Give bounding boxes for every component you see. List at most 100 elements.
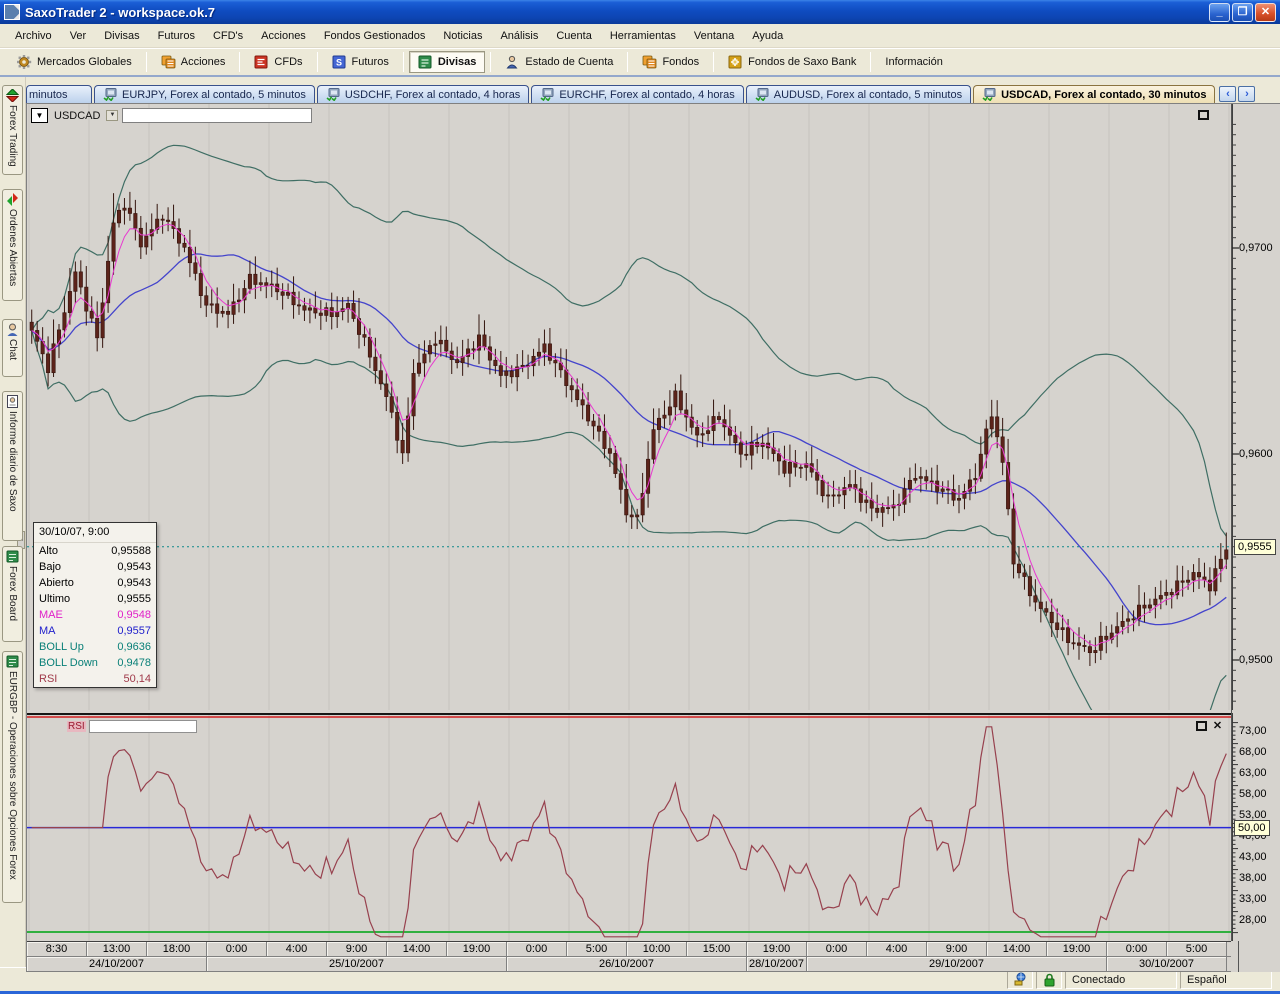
rsi-axis-label: 33,00 bbox=[1239, 893, 1267, 905]
tooltip-row-ma: MA0,9557 bbox=[34, 623, 156, 639]
tab-scroll-left-button[interactable]: ‹ bbox=[1219, 86, 1236, 102]
menu-item-futuros[interactable]: Futuros bbox=[149, 27, 204, 45]
close-button[interactable]: ✕ bbox=[1255, 3, 1276, 22]
tab-usdcad-forex-al-contado-30-min[interactable]: USDCAD, Forex al contado, 30 minutos bbox=[973, 85, 1215, 103]
sidebar-tab-label: EURGBP - Operaciones sobre Opciones Fore… bbox=[7, 671, 18, 880]
menu-item-cfd-s[interactable]: CFD's bbox=[204, 27, 252, 45]
tooltip-row-abierto: Abierto0,9543 bbox=[34, 575, 156, 591]
rsi-axis-label: 43,00 bbox=[1239, 851, 1267, 863]
symbol-input[interactable] bbox=[122, 108, 312, 123]
title-bar: SaxoTrader 2 - workspace.ok.7 _ ❐ ✕ bbox=[0, 0, 1280, 24]
chart-symbol-toolbar: ▼ USDCAD ▼ bbox=[31, 108, 312, 123]
language-text: Español bbox=[1187, 974, 1227, 986]
restore-button[interactable]: ❐ bbox=[1232, 3, 1253, 22]
rsi-plot[interactable]: RSI ✕ bbox=[27, 713, 1231, 941]
price-axis[interactable]: 0,97000,96000,95000,9555 bbox=[1231, 104, 1273, 713]
rsi-panel-maximize-icon[interactable] bbox=[1196, 721, 1207, 731]
time-cell: 19:00 bbox=[747, 942, 807, 956]
tooltip-row-label: BOLL Down bbox=[39, 657, 98, 669]
futures-icon: S bbox=[332, 55, 347, 69]
toolbar-separator bbox=[146, 52, 147, 72]
toolbar-button-acciones[interactable]: Acciones bbox=[152, 51, 235, 73]
time-cell: 0:00 bbox=[807, 942, 867, 956]
toolbar-button-fondos[interactable]: Fondos bbox=[633, 51, 708, 73]
tooltip-row-label: MAE bbox=[39, 609, 63, 621]
date-cell: 26/10/2007 bbox=[507, 957, 747, 971]
toolbar-button-informaci-n[interactable]: Información bbox=[876, 52, 951, 72]
chart-menu-dropdown[interactable]: ▼ bbox=[31, 108, 48, 123]
toolbar-button-futuros[interactable]: S Futuros bbox=[323, 51, 398, 73]
sidebar-tab-ordenes-abiertas[interactable]: Ordenes Abiertas bbox=[2, 189, 23, 301]
price-axis-ticks bbox=[1232, 104, 1274, 710]
tooltip-row-value: 0,9548 bbox=[117, 609, 151, 621]
menu-item-ayuda[interactable]: Ayuda bbox=[743, 27, 792, 45]
menu-item-herramientas[interactable]: Herramientas bbox=[601, 27, 685, 45]
toolbar-button-divisas[interactable]: Divisas bbox=[409, 51, 486, 73]
toolbar-button-fondos-de-saxo-bank[interactable]: Fondos de Saxo Bank bbox=[719, 51, 865, 73]
rsi-settings-input[interactable] bbox=[89, 720, 197, 733]
time-axis[interactable]: 8:3013:0018:000:004:009:0014:0019:000:00… bbox=[27, 941, 1231, 972]
bar-tooltip: 30/10/07, 9:00 Alto0,95588Bajo0,9543Abie… bbox=[33, 522, 157, 688]
tab-scroll-right-button[interactable]: › bbox=[1238, 86, 1255, 102]
fx-options-icon bbox=[6, 655, 19, 668]
menu-item-cuenta[interactable]: Cuenta bbox=[547, 27, 600, 45]
price-panel-maximize-icon[interactable] bbox=[1198, 110, 1209, 120]
toolbar-button-estado-de-cuenta[interactable]: Estado de Cuenta bbox=[496, 51, 622, 73]
menu-item-divisas[interactable]: Divisas bbox=[95, 27, 148, 45]
fx-icon bbox=[418, 55, 433, 69]
globe-gear-icon bbox=[17, 55, 32, 69]
toolbar-button-mercados-globales[interactable]: Mercados Globales bbox=[8, 51, 141, 73]
tab-eurchf-forex-al-contado-4-hora[interactable]: EURCHF, Forex al contado, 4 horas bbox=[531, 85, 743, 103]
date-cell: 25/10/2007 bbox=[207, 957, 507, 971]
menu-item-noticias[interactable]: Noticias bbox=[434, 27, 491, 45]
menu-item-acciones[interactable]: Acciones bbox=[252, 27, 315, 45]
forex-trading-icon bbox=[6, 89, 19, 102]
menu-item-an-lisis[interactable]: Análisis bbox=[491, 27, 547, 45]
toolbar-button-label: Futuros bbox=[352, 56, 389, 68]
tab-usdchf-forex-al-contado-4-hora[interactable]: USDCHF, Forex al contado, 4 horas bbox=[317, 85, 529, 103]
tab-eurjpy-forex-al-contado-5-minu[interactable]: EURJPY, Forex al contado, 5 minutos bbox=[94, 85, 315, 103]
sidebar-tab-informe-diario-de-saxo[interactable]: Informe diario de Saxo bbox=[2, 391, 23, 541]
time-cell: 14:00 bbox=[387, 942, 447, 956]
sidebar-tab-eurgbp-operaciones-sobre-opc[interactable]: EURGBP - Operaciones sobre Opciones Fore… bbox=[2, 651, 23, 903]
date-cell: 28/10/2007 bbox=[747, 957, 807, 971]
tooltip-row-label: Ultimo bbox=[39, 593, 70, 605]
toolbar-button-cfds[interactable]: CFDs bbox=[245, 51, 311, 73]
tooltip-row-value: 0,9478 bbox=[117, 657, 151, 669]
sidebar-tab-chat[interactable]: Chat bbox=[2, 319, 23, 377]
tab-label: minutos bbox=[29, 89, 68, 101]
window-title: SaxoTrader 2 - workspace.ok.7 bbox=[25, 5, 1209, 20]
rsi-panel-close-icon[interactable]: ✕ bbox=[1212, 721, 1223, 732]
menu-item-ventana[interactable]: Ventana bbox=[685, 27, 743, 45]
axis-corner bbox=[1238, 941, 1280, 972]
symbol-dropdown-arrow[interactable]: ▼ bbox=[106, 110, 118, 121]
svg-text:S: S bbox=[336, 58, 342, 68]
minimize-button[interactable]: _ bbox=[1209, 3, 1230, 22]
sidebar-tab-label: Forex Board bbox=[7, 566, 18, 621]
tooltip-row-value: 0,9555 bbox=[117, 593, 151, 605]
language-status[interactable]: Español bbox=[1180, 970, 1272, 989]
menu-item-fondos-gestionados[interactable]: Fondos Gestionados bbox=[315, 27, 435, 45]
toolbar-separator bbox=[713, 52, 714, 72]
sidebar-tab-forex-trading[interactable]: Forex Trading bbox=[2, 85, 23, 175]
price-gridlines bbox=[29, 104, 1229, 710]
tab-audusd-forex-al-contado-5-minu[interactable]: AUDUSD, Forex al contado, 5 minutos bbox=[746, 85, 971, 103]
menu-item-ver[interactable]: Ver bbox=[61, 27, 96, 45]
price-panel-row: ▼ USDCAD ▼ 30/10/07, 9:00 Alto0,95588Baj… bbox=[27, 104, 1280, 713]
time-cell: 9:00 bbox=[927, 942, 987, 956]
price-plot[interactable]: ▼ USDCAD ▼ 30/10/07, 9:00 Alto0,95588Baj… bbox=[27, 104, 1231, 710]
shares-icon bbox=[161, 55, 176, 69]
rsi-axis[interactable]: 73,0068,0063,0058,0053,0048,0043,0038,00… bbox=[1231, 713, 1273, 941]
sidebar-tab-forex-board[interactable]: Forex Board bbox=[2, 546, 23, 642]
time-cell: 9:00 bbox=[327, 942, 387, 956]
rsi-panel-row: RSI ✕ 73,0068,0063,0058,0053,0048,0043,0… bbox=[27, 713, 1280, 941]
tooltip-row-value: 0,9543 bbox=[117, 561, 151, 573]
tab-minutos[interactable]: minutos bbox=[26, 85, 92, 103]
menu-item-archivo[interactable]: Archivo bbox=[6, 27, 61, 45]
security-status-cell[interactable] bbox=[1036, 970, 1062, 989]
sidebar-tab-label: Informe diario de Saxo bbox=[7, 411, 18, 512]
sidebar-tab-label: Ordenes Abiertas bbox=[7, 209, 18, 286]
toolbar-button-label: Mercados Globales bbox=[37, 56, 132, 68]
rsi-axis-label: 68,00 bbox=[1239, 746, 1267, 758]
network-status-cell[interactable] bbox=[1007, 970, 1033, 989]
